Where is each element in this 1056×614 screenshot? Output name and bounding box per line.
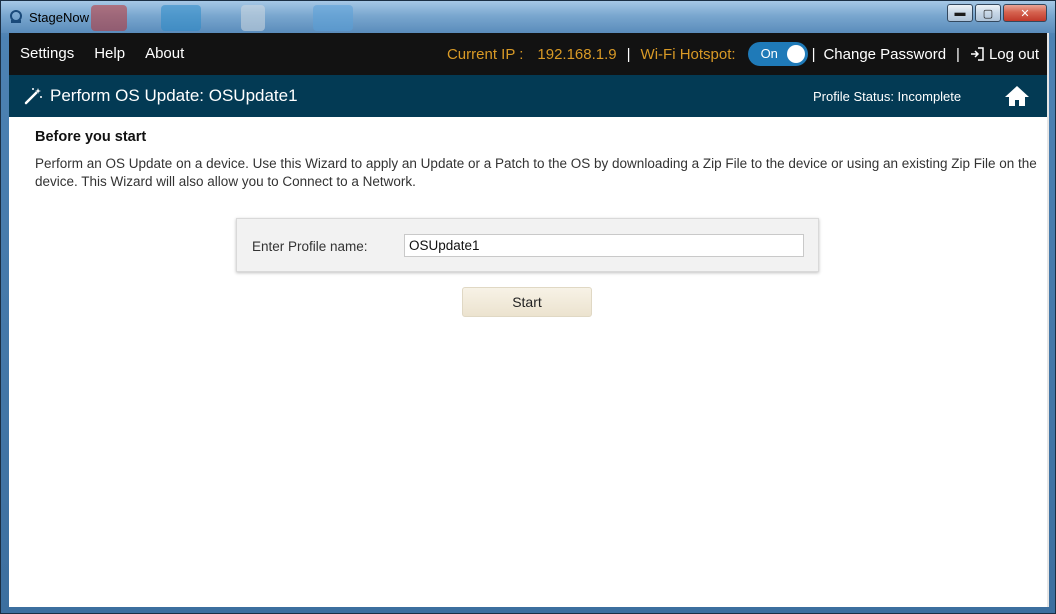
wizard-wand-icon [24, 88, 42, 105]
close-button[interactable]: ✕ [1003, 4, 1047, 22]
toggle-state-label: On [760, 46, 778, 61]
background-decoration [91, 5, 127, 31]
title-bar[interactable]: StageNow ▬ ▢ ✕ [1, 1, 1055, 33]
background-decoration [313, 5, 353, 31]
current-ip-value: 192.168.1.9 [537, 45, 617, 63]
top-navigation: Settings Help About Current IP : 192.168… [9, 33, 1049, 75]
settings-menu[interactable]: Settings [20, 45, 74, 62]
maximize-button[interactable]: ▢ [975, 4, 1001, 22]
client-area: Settings Help About Current IP : 192.168… [9, 33, 1049, 607]
current-ip-label: Current IP : [446, 45, 524, 63]
change-password-link[interactable]: Change Password [823, 46, 946, 63]
logout-link[interactable]: Log out [989, 46, 1039, 63]
start-button[interactable]: Start [462, 287, 592, 317]
wizard-description: Perform an OS Update on a device. Use th… [35, 156, 1037, 189]
home-icon[interactable] [1004, 85, 1030, 107]
background-decoration [161, 5, 201, 31]
window-title: StageNow [29, 10, 89, 25]
profile-name-panel: Enter Profile name: [236, 218, 819, 272]
wifi-hotspot-toggle[interactable]: On [747, 42, 808, 66]
background-decoration [241, 5, 265, 31]
profile-name-label: Enter Profile name: [252, 239, 368, 254]
minimize-button[interactable]: ▬ [947, 4, 973, 22]
help-menu[interactable]: Help [94, 45, 125, 62]
profile-status: Profile Status: Incomplete [813, 89, 962, 104]
wifi-hotspot-label: Wi-Fi Hotspot: [640, 45, 736, 63]
window-edge [1047, 33, 1049, 607]
separator: | [956, 45, 960, 63]
app-window: StageNow ▬ ▢ ✕ Settings Help About Curre… [0, 0, 1056, 614]
separator: | [811, 45, 816, 63]
stagenow-app-icon [10, 10, 22, 23]
about-menu[interactable]: About [145, 45, 184, 62]
toggle-knob [786, 45, 805, 63]
logout-icon [970, 47, 984, 61]
page-header: Perform OS Update: OSUpdate1 Profile Sta… [9, 75, 1049, 117]
separator: | [626, 45, 631, 63]
before-you-start-heading: Before you start [35, 129, 147, 145]
profile-name-input[interactable] [404, 234, 804, 257]
page-title: Perform OS Update: OSUpdate1 [50, 86, 298, 105]
